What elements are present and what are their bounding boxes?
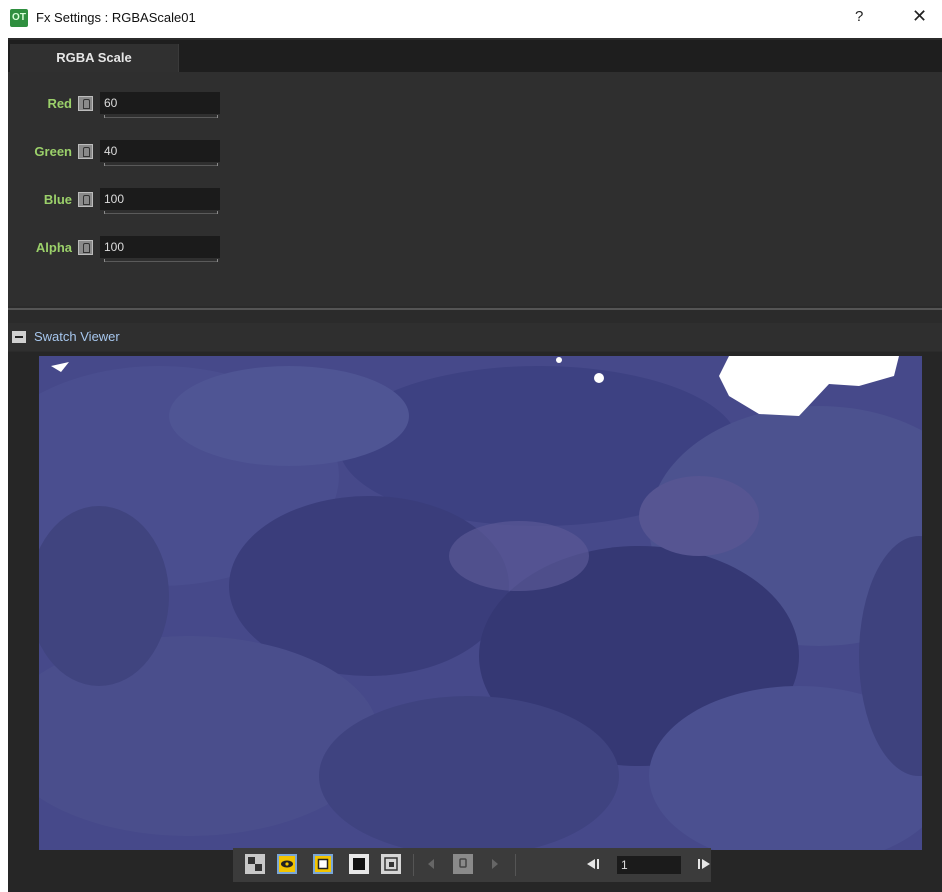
param-row-green: Green 40	[8, 138, 268, 168]
next-key-icon[interactable]	[485, 854, 505, 874]
alpha-slider[interactable]	[104, 259, 218, 262]
toolbar-divider	[413, 854, 414, 876]
key-icon[interactable]	[78, 96, 93, 111]
white-bg-icon[interactable]	[313, 854, 333, 874]
divider[interactable]	[8, 308, 942, 310]
tab-rgba-scale[interactable]: RGBA Scale	[10, 44, 179, 72]
green-slider[interactable]	[104, 163, 218, 166]
toolbar-divider	[515, 854, 516, 876]
next-frame-icon[interactable]	[695, 854, 715, 874]
collapse-icon[interactable]	[12, 331, 26, 343]
param-row-red: Red 60	[8, 90, 268, 120]
tab-bar: RGBA Scale	[8, 40, 942, 72]
param-label-alpha: Alpha	[35, 240, 72, 255]
swatch-viewer-title: Swatch Viewer	[34, 329, 120, 344]
close-button[interactable]: ✕	[912, 6, 927, 27]
window-title: Fx Settings : RGBAScale01	[36, 10, 196, 25]
black-bg-icon[interactable]	[349, 854, 369, 874]
swatch-viewer: 1	[8, 352, 942, 892]
blue-slider[interactable]	[104, 211, 218, 214]
param-label-green: Green	[34, 144, 72, 159]
param-row-blue: Blue 100	[8, 186, 268, 216]
key-icon[interactable]	[78, 192, 93, 207]
alpha-value-field[interactable]: 100	[100, 236, 220, 258]
app-icon: OT	[10, 9, 28, 27]
param-row-alpha: Alpha 100	[8, 234, 268, 264]
blue-value-field[interactable]: 100	[100, 188, 220, 210]
camera-box-icon[interactable]	[381, 854, 401, 874]
fx-settings-panel: RGBA Scale Red 60 Green 40 Blue 100 Alph…	[8, 38, 942, 892]
swatch-viewer-header: Swatch Viewer	[8, 323, 942, 351]
param-label-blue: Blue	[43, 192, 72, 207]
prev-key-icon[interactable]	[421, 854, 441, 874]
key-icon[interactable]	[453, 854, 473, 874]
green-value-field[interactable]: 40	[100, 140, 220, 162]
prev-frame-icon[interactable]	[583, 854, 603, 874]
param-label-red: Red	[47, 96, 72, 111]
swatch-preview-image	[39, 356, 922, 850]
viewer-toolbar: 1	[233, 848, 711, 882]
preview-eye-icon[interactable]	[277, 854, 297, 874]
params-area: Red 60 Green 40 Blue 100 Alpha 100	[8, 72, 942, 306]
checkerboard-icon[interactable]	[245, 854, 265, 874]
key-icon[interactable]	[78, 144, 93, 159]
frame-field[interactable]: 1	[617, 856, 681, 874]
key-icon[interactable]	[78, 240, 93, 255]
foliage-image	[39, 356, 922, 850]
title-bar: OT Fx Settings : RGBAScale01 ? ✕	[0, 0, 942, 38]
help-button[interactable]: ?	[855, 8, 863, 25]
red-slider[interactable]	[104, 115, 218, 118]
red-value-field[interactable]: 60	[100, 92, 220, 114]
